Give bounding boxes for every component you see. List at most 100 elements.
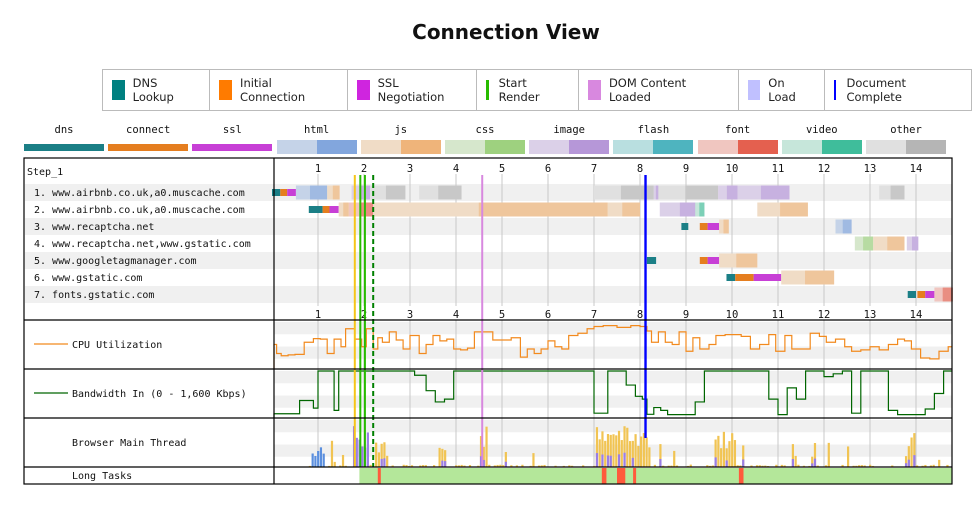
main-thread-bar — [637, 445, 640, 467]
main-thread-bar — [626, 427, 629, 467]
long-task — [738, 468, 744, 484]
main-thread-bar — [485, 426, 488, 467]
main-thread-bar — [380, 458, 383, 467]
request-bar-other-download — [385, 185, 406, 200]
request-bar-js-download — [478, 202, 608, 217]
main-thread-bar — [725, 460, 728, 467]
request-bar-video-download — [699, 202, 705, 217]
main-thread-bar — [311, 453, 314, 467]
x-tick-label: 8 — [637, 309, 643, 321]
x-tick-label: 1 — [315, 309, 321, 321]
x-tick-label: 14 — [910, 309, 923, 321]
request-bar-ssl — [329, 206, 339, 213]
main-thread-bar — [375, 442, 378, 467]
main-thread-bar — [366, 432, 369, 467]
connection-label: 5. www.googletagmanager.com — [34, 256, 197, 267]
main-thread-bar — [720, 448, 723, 467]
main-thread-bar — [623, 452, 626, 467]
connection-label: 2. www.airbnb.co.uk,a0.muscache.com — [34, 205, 245, 216]
x-tick-label: 7 — [591, 309, 597, 321]
x-tick-label: 7 — [591, 163, 597, 175]
main-thread-bar — [620, 440, 623, 467]
main-thread-bar — [648, 447, 651, 467]
request-bar-connect — [735, 274, 754, 281]
main-thread-bar — [913, 455, 916, 467]
x-tick-label: 13 — [864, 163, 877, 175]
request-bar-other-download — [620, 185, 654, 200]
step-label: Step_1 — [27, 167, 63, 178]
main-thread-bar — [910, 437, 913, 467]
request-bar-other-download — [685, 185, 719, 200]
main-thread-bar — [733, 440, 737, 467]
request-bar-image-download — [911, 236, 919, 251]
long-tasks-label: Long Tasks — [72, 471, 132, 482]
main-thread-bar — [609, 455, 612, 467]
main-thread-bar — [361, 446, 364, 467]
main-thread-bar — [791, 458, 794, 467]
main-thread-bar — [628, 441, 632, 467]
main-thread-bar — [938, 459, 941, 467]
main-thread-bar — [642, 432, 645, 467]
x-tick-label: 1 — [315, 163, 321, 175]
x-tick-label: 3 — [407, 163, 413, 175]
row-band — [25, 218, 952, 235]
x-tick-label: 5 — [499, 163, 505, 175]
main-thread-bar — [631, 457, 634, 467]
long-tasks-idle — [359, 468, 952, 484]
x-tick-label: 4 — [453, 309, 459, 321]
request-bar-dns — [272, 189, 281, 196]
x-tick-label: 11 — [772, 163, 785, 175]
main-thread-bar — [595, 453, 599, 467]
main-thread-bar — [504, 461, 507, 467]
main-thread-bar — [601, 454, 604, 467]
request-bar-image-download — [726, 185, 738, 200]
request-bar-ssl — [753, 274, 782, 281]
x-tick-label: 13 — [864, 309, 877, 321]
bandwidth-in-label: Bandwidth In (0 - 1,600 Kbps) — [72, 389, 247, 400]
x-tick-label: 9 — [683, 309, 689, 321]
request-bar-js-download — [780, 202, 808, 217]
connection-label: 4. www.recaptcha.net,www.gstatic.com — [34, 239, 251, 250]
request-bar-ssl — [925, 291, 935, 298]
main-thread-bar — [355, 437, 358, 467]
waterfall-chart: 1122334455667788991010111112121313141412… — [23, 157, 953, 485]
main-thread-bar — [444, 461, 447, 467]
request-bar-js-download — [723, 219, 729, 234]
main-thread-bar — [813, 458, 817, 467]
main-thread-bar — [659, 458, 662, 467]
main-thread-bar — [847, 446, 850, 467]
main-thread-bar — [604, 440, 607, 467]
x-tick-label: 6 — [545, 163, 551, 175]
request-bar-other-download — [438, 185, 462, 200]
panel-band — [274, 395, 952, 408]
x-tick-label: 10 — [726, 309, 739, 321]
main-thread-bar — [317, 450, 320, 467]
long-task — [377, 468, 381, 484]
request-bar-js-download — [805, 270, 835, 285]
x-tick-label: 2 — [361, 163, 367, 175]
request-bar-dns — [308, 206, 323, 213]
request-bar-connect — [917, 291, 926, 298]
request-bar-js-download — [332, 185, 340, 200]
connection-label: 3. www.recaptcha.net — [34, 222, 154, 233]
request-bar-ssl — [707, 257, 720, 264]
main-thread-bar — [606, 455, 610, 467]
x-tick-label: 6 — [545, 309, 551, 321]
request-bar-dns — [907, 291, 916, 298]
x-tick-label: 8 — [637, 163, 643, 175]
request-bar-dns — [646, 257, 657, 264]
main-thread-bar — [314, 455, 317, 467]
request-bar-html-download — [842, 219, 852, 234]
request-bar-image-download — [655, 185, 659, 200]
panel-band — [274, 322, 952, 335]
main-thread-bar — [827, 442, 830, 467]
main-thread-bar — [742, 459, 745, 467]
main-thread-bar — [722, 431, 725, 467]
request-bar-font-download — [359, 202, 374, 217]
main-thread-bar — [673, 450, 676, 467]
x-tick-label: 12 — [818, 309, 831, 321]
request-bar-js-download — [343, 202, 349, 217]
main-thread-bar — [322, 453, 325, 467]
request-bar-connect — [280, 189, 288, 196]
request-bar-css-download — [863, 236, 874, 251]
